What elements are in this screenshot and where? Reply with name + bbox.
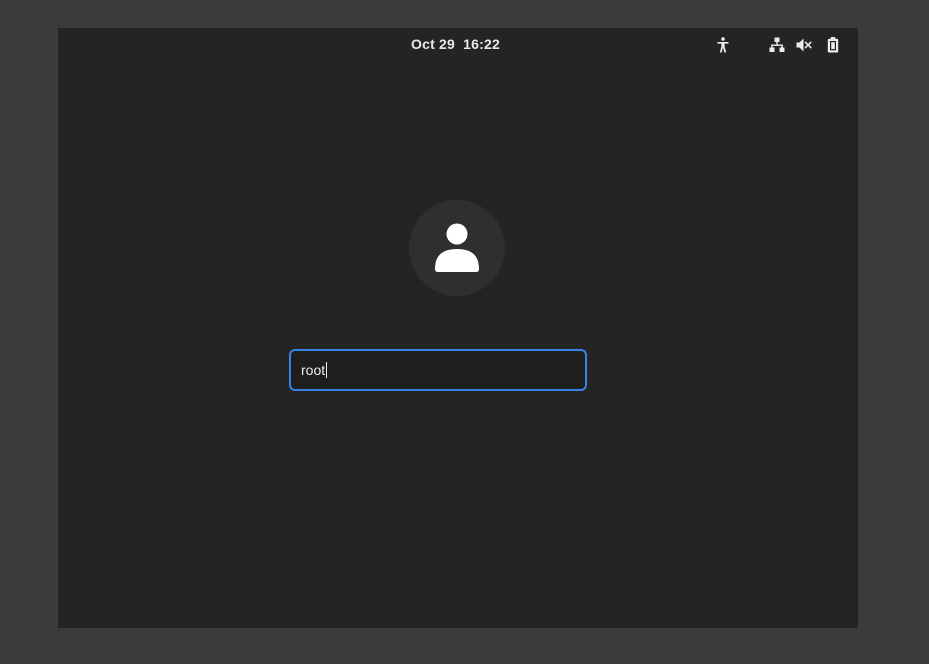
username-entry[interactable]: root (289, 349, 587, 391)
login-screen: Oct 29 16:22 root (58, 28, 858, 628)
network-wired-icon[interactable] (768, 36, 786, 54)
date-time-clock[interactable]: Oct 29 16:22 (411, 36, 500, 52)
user-avatar-icon (435, 223, 479, 272)
volume-muted-icon[interactable] (795, 36, 813, 54)
username-input-value: root (301, 362, 328, 378)
user-avatar (409, 200, 505, 296)
text-cursor (326, 362, 328, 378)
accessibility-icon[interactable] (714, 36, 732, 54)
battery-icon[interactable] (824, 36, 842, 54)
